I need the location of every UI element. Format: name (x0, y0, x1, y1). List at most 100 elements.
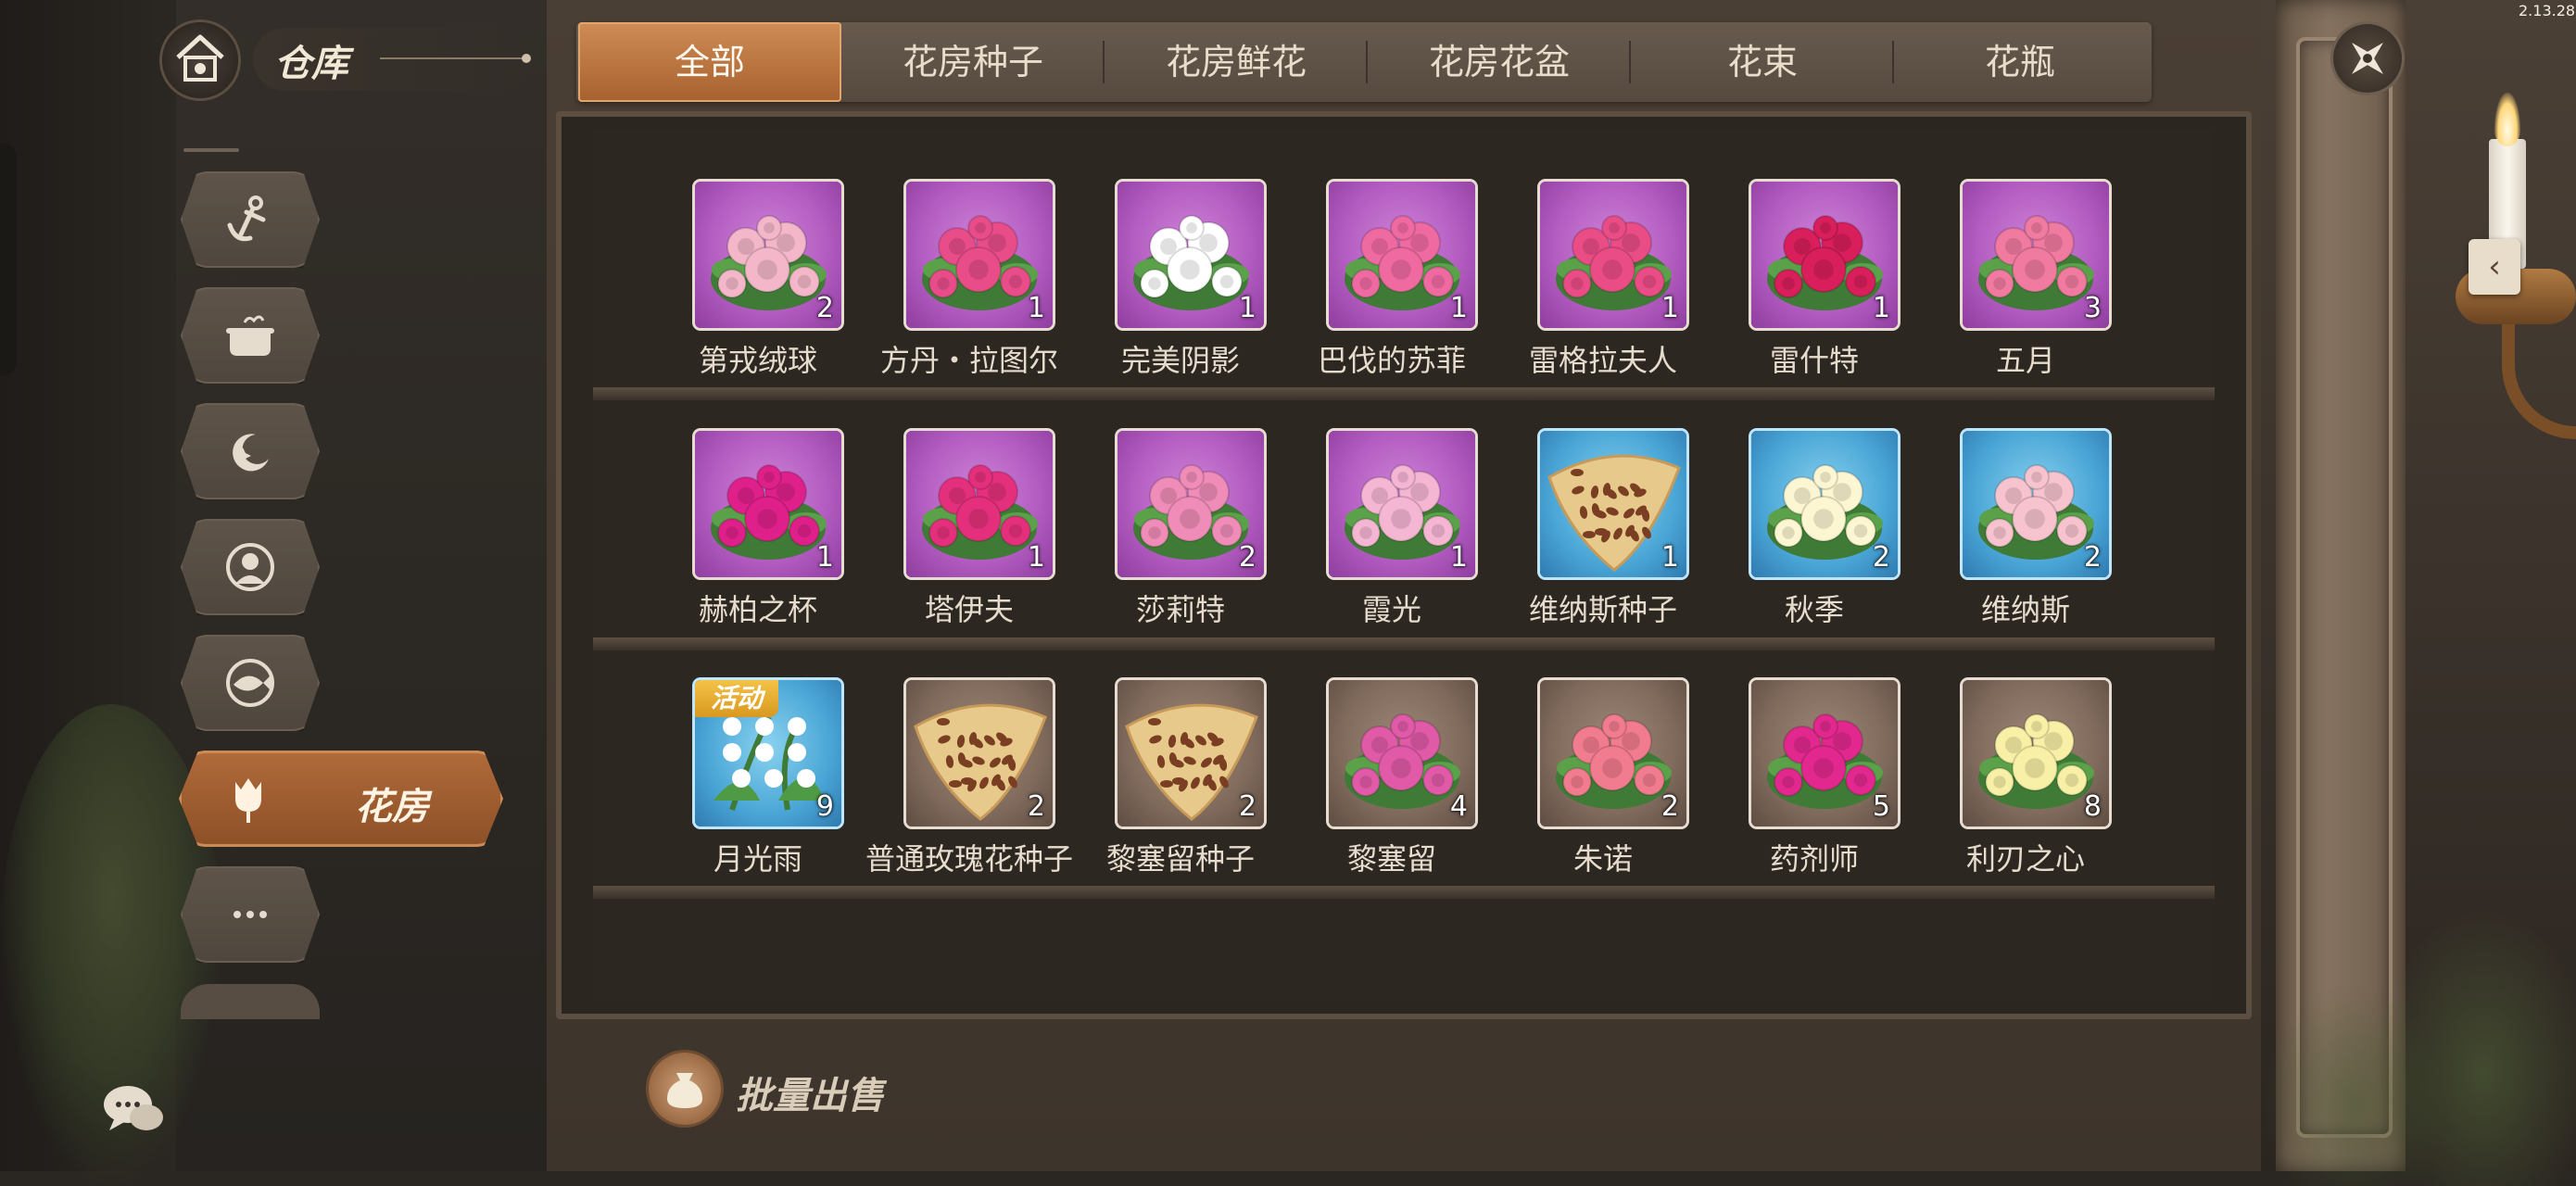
tab-seeds[interactable]: 花房种子 (841, 22, 1105, 102)
sidebar-item-fish[interactable] (181, 635, 320, 731)
item-name: 月光雨 (713, 841, 802, 877)
item-name: 维纳斯 (1980, 592, 2070, 627)
inventory-item[interactable]: 1 雷什特 (1705, 182, 1924, 395)
carved-pillar-inset (2296, 37, 2393, 1138)
sidebar-item-more[interactable] (181, 866, 320, 963)
inventory-item[interactable]: 2 第戎绒球 (649, 182, 867, 395)
tab-pots[interactable]: 花房花盆 (1368, 22, 1631, 102)
item-quantity: 1 (1661, 541, 1679, 574)
item-card[interactable]: 1 (695, 431, 841, 577)
collapse-arrow-button[interactable]: ‹ (2469, 239, 2520, 295)
inventory-item[interactable]: 1 巴伐的苏菲 (1282, 182, 1501, 395)
inventory-item[interactable]: 3 五月 (1916, 182, 2135, 395)
item-quantity: 3 (2083, 292, 2102, 324)
inventory-item[interactable]: 2 朱诺 (1494, 680, 1712, 893)
item-quantity: 8 (2083, 790, 2102, 823)
chat-bubble-icon (104, 1086, 163, 1130)
item-card[interactable]: 1 (1751, 182, 1898, 328)
item-name: 朱诺 (1572, 841, 1633, 877)
chat-button[interactable] (102, 1082, 167, 1138)
tab-bouquets-label: 花束 (1726, 42, 1798, 82)
item-name: 黎塞留种子 (1105, 841, 1255, 877)
tab-all[interactable]: 全部 (578, 22, 841, 102)
inventory-item[interactable]: 8 利刃之心 (1916, 680, 2135, 893)
item-card[interactable]: 8 (1963, 680, 2109, 826)
inventory-item[interactable]: 1 赫柏之杯 (649, 431, 867, 644)
sidebar-scroll-hint (183, 148, 239, 152)
inventory-item[interactable]: 1 霞光 (1282, 431, 1501, 644)
item-quantity: 2 (1238, 541, 1256, 574)
item-name: 维纳斯种子 (1528, 592, 1677, 627)
sidebar: 花房 (171, 139, 524, 1019)
tab-seeds-label: 花房种子 (902, 42, 1043, 82)
item-name: 五月 (1995, 343, 2055, 378)
tab-vases[interactable]: 花瓶 (1888, 22, 2152, 102)
inventory-item[interactable]: 4 黎塞留 (1282, 680, 1501, 893)
item-card[interactable]: 2 (1118, 680, 1264, 826)
item-card[interactable]: 2 (1963, 431, 2109, 577)
item-card[interactable]: 1 (1540, 431, 1686, 577)
tulip-icon (235, 778, 261, 823)
item-card[interactable]: 5 (1751, 680, 1898, 826)
item-card[interactable]: 1 (1329, 431, 1475, 577)
tab-fresh-flowers[interactable]: 花房鲜花 (1105, 22, 1368, 102)
item-name: 黎塞留 (1346, 841, 1436, 877)
anchor-icon (227, 196, 266, 242)
sidebar-item-moon[interactable] (181, 403, 320, 499)
item-quantity: 2 (1238, 790, 1256, 823)
tab-bouquets[interactable]: 花束 (1631, 22, 1894, 102)
inventory-item[interactable]: 1 雷格拉夫人 (1494, 182, 1712, 395)
inventory-item[interactable]: 2 普通玫瑰花种子 (860, 680, 1079, 893)
item-name: 普通玫瑰花种子 (865, 841, 1073, 877)
item-name: 巴伐的苏菲 (1317, 343, 1466, 378)
bulk-sell-icon (649, 1053, 721, 1125)
item-card[interactable]: 2 (1118, 431, 1264, 577)
item-card[interactable]: 2 (1751, 431, 1898, 577)
item-card[interactable]: 1 (906, 431, 1053, 577)
inventory-item[interactable]: 1 塔伊夫 (860, 431, 1079, 644)
item-quantity: 1 (815, 541, 834, 574)
item-name: 雷什特 (1769, 343, 1859, 378)
item-name: 药剂师 (1769, 841, 1859, 877)
item-card[interactable]: 4 (1329, 680, 1475, 826)
item-name: 霞光 (1361, 592, 1421, 627)
sidebar-item-label: 花房 (355, 785, 429, 828)
item-quantity: 1 (1661, 292, 1679, 324)
item-card[interactable]: 3 (1963, 182, 2109, 328)
inventory-item[interactable]: 2 维纳斯 (1916, 431, 2135, 644)
item-quantity: 2 (2083, 541, 2102, 574)
inventory-item[interactable]: 活动 9 月光雨 (649, 680, 867, 893)
item-card[interactable]: 1 (1540, 182, 1686, 328)
inventory-item[interactable]: 1 方丹・拉图尔 (860, 182, 1079, 395)
item-card[interactable]: 活动 9 (695, 680, 841, 826)
item-quantity: 1 (1449, 541, 1468, 574)
item-card[interactable]: 2 (1540, 680, 1686, 826)
item-name: 第戎绒球 (698, 343, 817, 378)
sidebar-item-flower-house[interactable]: 花房 (179, 751, 503, 847)
sidebar-item-fishing[interactable] (181, 171, 320, 268)
inventory-item[interactable]: 1 维纳斯种子 (1494, 431, 1712, 644)
inventory-item[interactable]: 5 药剂师 (1705, 680, 1924, 893)
arrow-left-icon: ‹ (2488, 248, 2501, 285)
item-card[interactable]: 1 (1329, 182, 1475, 328)
bulk-sell-button[interactable]: 批量出售 (649, 1053, 890, 1127)
item-card[interactable]: 1 (1118, 182, 1264, 328)
item-card[interactable]: 2 (906, 680, 1053, 826)
inventory-item[interactable]: 1 完美阴影 (1071, 182, 1290, 395)
item-card[interactable]: 2 (695, 182, 841, 328)
item-name: 莎莉特 (1135, 592, 1225, 627)
event-badge: 活动 (695, 680, 778, 717)
inventory-item[interactable]: 2 秋季 (1705, 431, 1924, 644)
close-button[interactable] (2333, 24, 2402, 93)
item-quantity: 4 (1449, 790, 1468, 823)
item-name: 雷格拉夫人 (1528, 343, 1677, 378)
sidebar-item-cooking[interactable] (181, 287, 320, 384)
item-name: 利刃之心 (1965, 841, 2085, 877)
inventory-item[interactable]: 2 莎莉特 (1071, 431, 1290, 644)
home-button[interactable] (162, 22, 238, 98)
sidebar-item-portrait[interactable] (181, 519, 320, 615)
status-time: 2.13.28 (2519, 2, 2576, 19)
inventory-item[interactable]: 2 黎塞留种子 (1071, 680, 1290, 893)
cooking-pot-icon (226, 315, 274, 356)
item-card[interactable]: 1 (906, 182, 1053, 328)
